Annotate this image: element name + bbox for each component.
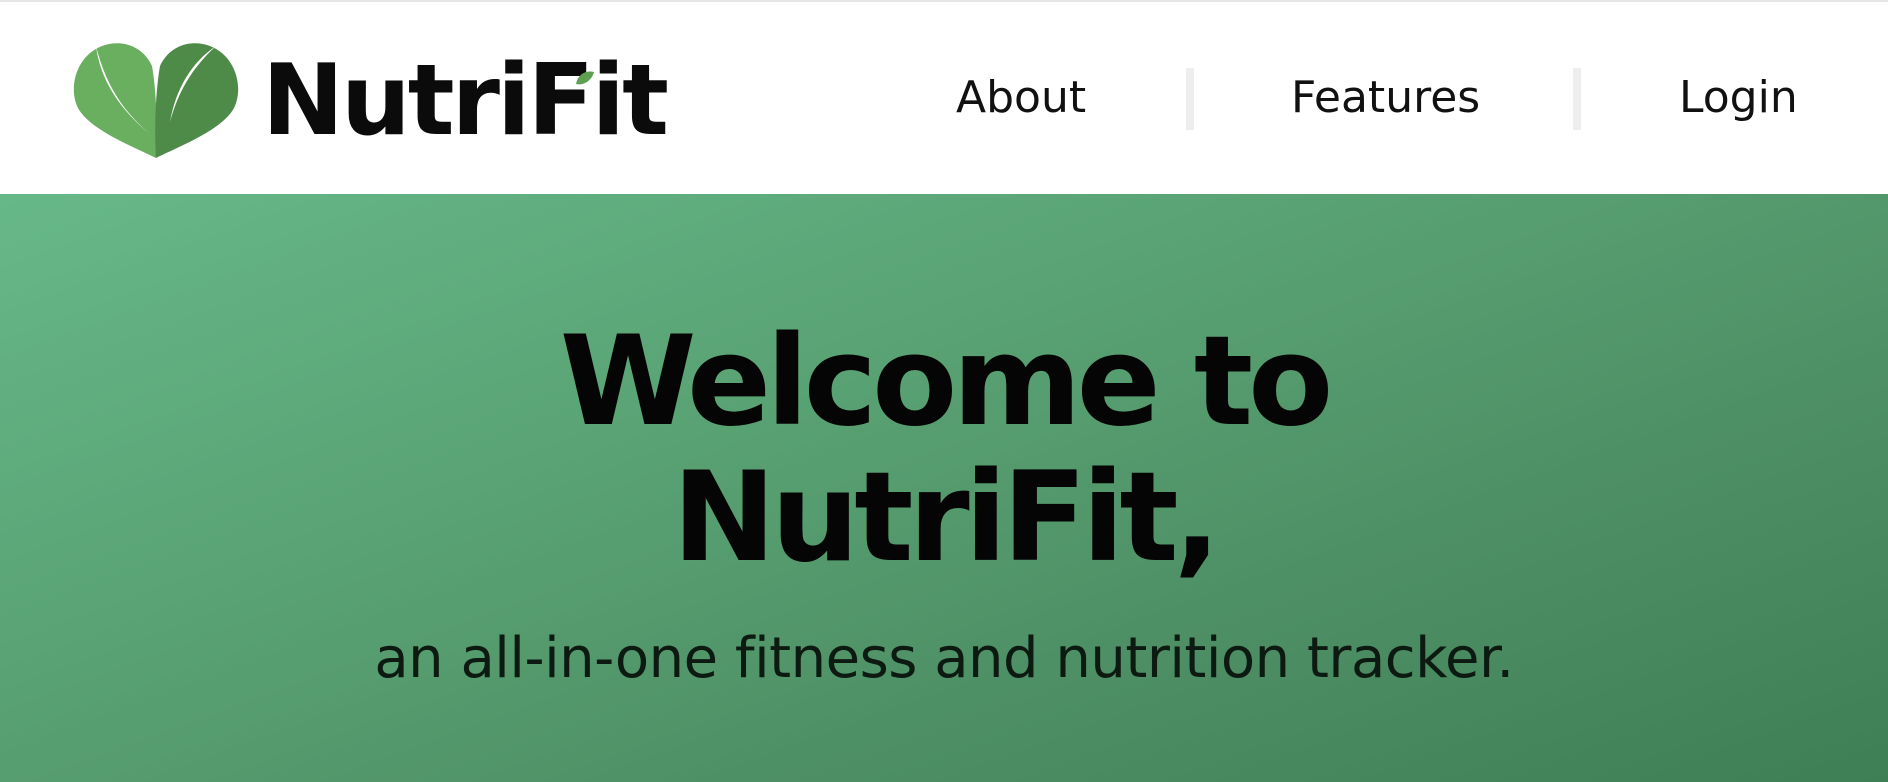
nav-link-login[interactable]: Login: [1679, 70, 1798, 126]
navbar: NutriFit About Features Login: [0, 2, 1888, 194]
hero-title: Welcome to NutriFit,: [0, 314, 1888, 586]
hero-title-line-1: Welcome to: [559, 310, 1334, 454]
hero-subtitle: an all-in-one fitness and nutrition trac…: [374, 626, 1514, 691]
hero-section: Welcome to NutriFit, an all-in-one fitne…: [0, 194, 1888, 782]
main-navigation: About Features Login: [0, 2, 1888, 194]
nav-link-about[interactable]: About: [956, 70, 1086, 126]
hero-title-line-2: NutriFit,: [672, 446, 1221, 590]
nav-divider: [1573, 68, 1581, 130]
nav-link-features[interactable]: Features: [1291, 70, 1480, 126]
nav-divider: [1186, 68, 1194, 130]
